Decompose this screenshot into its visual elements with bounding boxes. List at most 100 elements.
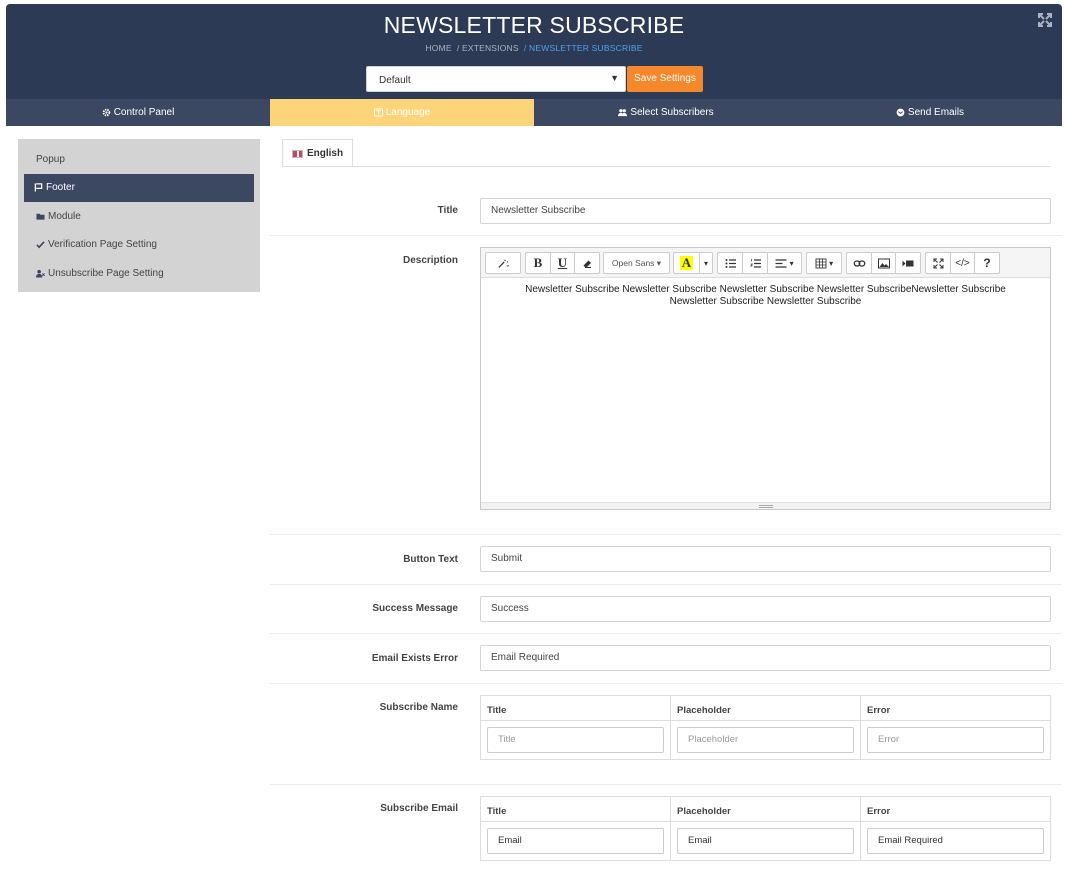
help-icon[interactable]: ? <box>975 253 999 273</box>
breadcrumb-current[interactable]: / NEWSLETTER SUBSCRIBE <box>524 43 643 53</box>
description-editor: B U Open Sans ▾ A ▾ ▾ ▾ </> ? Newsletter… <box>480 247 1051 510</box>
code-view-icon[interactable]: </> <box>951 253 975 273</box>
bold-icon[interactable]: B <box>526 253 551 273</box>
title-input[interactable]: Newsletter Subscribe <box>480 198 1051 224</box>
align-icon[interactable]: ▾ <box>768 253 801 273</box>
sidebar-item-module[interactable]: Module <box>24 202 254 230</box>
column-header: Title <box>487 806 507 817</box>
sidebar-item-footer[interactable]: Footer <box>24 173 254 202</box>
subscribe-email-label: Subscribe Email <box>380 803 458 814</box>
subscribe-email-title-input[interactable]: Email <box>487 828 664 854</box>
column-header: Error <box>867 705 891 716</box>
language-icon <box>373 108 383 117</box>
subscribe-email-error-input[interactable]: Email Required <box>867 828 1044 854</box>
table-column: Placeholder Email <box>671 797 861 860</box>
video-icon[interactable] <box>896 253 920 273</box>
paragraph-group: ▾ <box>717 252 802 274</box>
tab-control-panel[interactable]: Control Panel <box>6 99 270 126</box>
column-header: Title <box>487 705 507 716</box>
subscribe-name-title-input[interactable]: Title <box>487 727 664 753</box>
breadcrumb: HOME / EXTENSIONS / NEWSLETTER SUBSCRIBE <box>6 43 1062 53</box>
table-column: Title Email <box>481 797 671 860</box>
highlight-color-icon[interactable]: A <box>674 253 700 273</box>
color-dropdown-icon[interactable]: ▾ <box>700 253 712 273</box>
eraser-icon[interactable] <box>575 253 599 273</box>
magic-wand-icon[interactable] <box>486 253 520 273</box>
table-icon[interactable]: ▾ <box>807 253 841 273</box>
sidebar-item-popup[interactable]: Popup <box>24 145 254 173</box>
divider <box>270 633 1062 634</box>
underline-icon[interactable]: U <box>551 253 575 273</box>
check-icon <box>36 241 45 249</box>
subscribe-email-table: Title Email Placeholder Email Error Emai… <box>480 796 1051 861</box>
tab-language[interactable]: Language <box>270 99 534 126</box>
success-message-label: Success Message <box>372 603 458 614</box>
breadcrumb-home[interactable]: HOME <box>425 43 451 53</box>
divider <box>861 821 1050 822</box>
divider <box>270 784 1062 785</box>
subscribe-name-label: Subscribe Name <box>379 702 458 713</box>
divider <box>481 821 670 822</box>
tab-select-subscribers[interactable]: Select Subscribers <box>534 99 798 126</box>
description-label: Description <box>402 255 458 266</box>
flag-icon <box>34 183 43 192</box>
sidebar-item-label: Unsubscribe Page Setting <box>48 267 164 279</box>
folder-icon <box>36 213 45 220</box>
expand-icon[interactable] <box>1038 13 1052 27</box>
tab-label: Language <box>385 107 431 118</box>
chevron-down-icon: ▼ <box>610 73 619 83</box>
table-column: Error Email Required <box>861 797 1050 860</box>
sidebar-item-verification[interactable]: Verification Page Setting <box>24 231 254 259</box>
language-tab-label: English <box>306 148 344 159</box>
ordered-list-icon[interactable] <box>743 253 768 273</box>
main-tabs: Control Panel Language Select Subscriber… <box>6 99 1062 126</box>
button-text-input[interactable]: Submit <box>480 546 1051 572</box>
fullscreen-icon[interactable] <box>926 253 951 273</box>
unordered-list-icon[interactable] <box>718 253 743 273</box>
gear-icon <box>102 108 110 117</box>
column-header: Error <box>867 806 891 817</box>
save-settings-button[interactable]: Save Settings <box>627 66 703 92</box>
page-header: NEWSLETTER SUBSCRIBE HOME / EXTENSIONS /… <box>6 4 1062 99</box>
view-group: </> ? <box>925 252 1000 274</box>
tab-label: Send Emails <box>907 107 965 118</box>
page-title: NEWSLETTER SUBSCRIBE <box>383 12 685 38</box>
sidebar: Popup Footer Module Verification Page Se… <box>18 139 260 292</box>
sidebar-item-label: Popup <box>36 153 65 165</box>
font-family-select[interactable]: Open Sans ▾ <box>603 252 670 274</box>
users-icon <box>618 109 628 117</box>
table-column: Placeholder Placeholder <box>671 696 861 759</box>
subscribe-name-placeholder-input[interactable]: Placeholder <box>677 727 854 753</box>
tab-send-emails[interactable]: Send Emails <box>798 99 1062 126</box>
success-message-input[interactable]: Success <box>480 596 1051 622</box>
column-header: Placeholder <box>677 806 731 817</box>
email-exists-label: Email Exists Error <box>371 653 458 664</box>
description-text[interactable]: Newsletter Subscribe Newsletter Subscrib… <box>481 278 1050 314</box>
divider <box>671 821 860 822</box>
sidebar-item-unsubscribe[interactable]: Unsubscribe Page Setting <box>24 259 254 287</box>
divider <box>270 683 1062 684</box>
divider <box>270 584 1062 585</box>
user-remove-icon <box>36 269 45 278</box>
link-icon[interactable] <box>847 253 872 273</box>
sidebar-item-label: Module <box>48 210 81 222</box>
email-exists-input[interactable]: Email Required <box>480 645 1051 671</box>
editor-toolbar: B U Open Sans ▾ A ▾ ▾ ▾ </> ? <box>481 248 1050 278</box>
store-select-value: Default <box>379 75 411 86</box>
sidebar-item-label: Verification Page Setting <box>48 239 157 251</box>
breadcrumb-extensions[interactable]: / EXTENSIONS <box>457 43 519 53</box>
font-family-value: Open Sans <box>611 258 655 268</box>
subscribe-email-placeholder-input[interactable]: Email <box>677 828 854 854</box>
table-column: Title Title <box>481 696 671 759</box>
editor-resize-handle[interactable] <box>481 502 1050 509</box>
envelope-icon <box>896 108 905 117</box>
table-column: Error Error <box>861 696 1050 759</box>
sidebar-item-label: Footer <box>46 182 75 194</box>
divider <box>671 720 860 721</box>
color-group: A ▾ <box>673 252 713 274</box>
subscribe-name-error-input[interactable]: Error <box>867 727 1044 753</box>
image-icon[interactable] <box>872 253 896 273</box>
language-tab-english[interactable]: English <box>282 139 353 167</box>
store-select[interactable]: Default ▼ <box>366 66 626 92</box>
title-label: Title <box>437 205 458 216</box>
